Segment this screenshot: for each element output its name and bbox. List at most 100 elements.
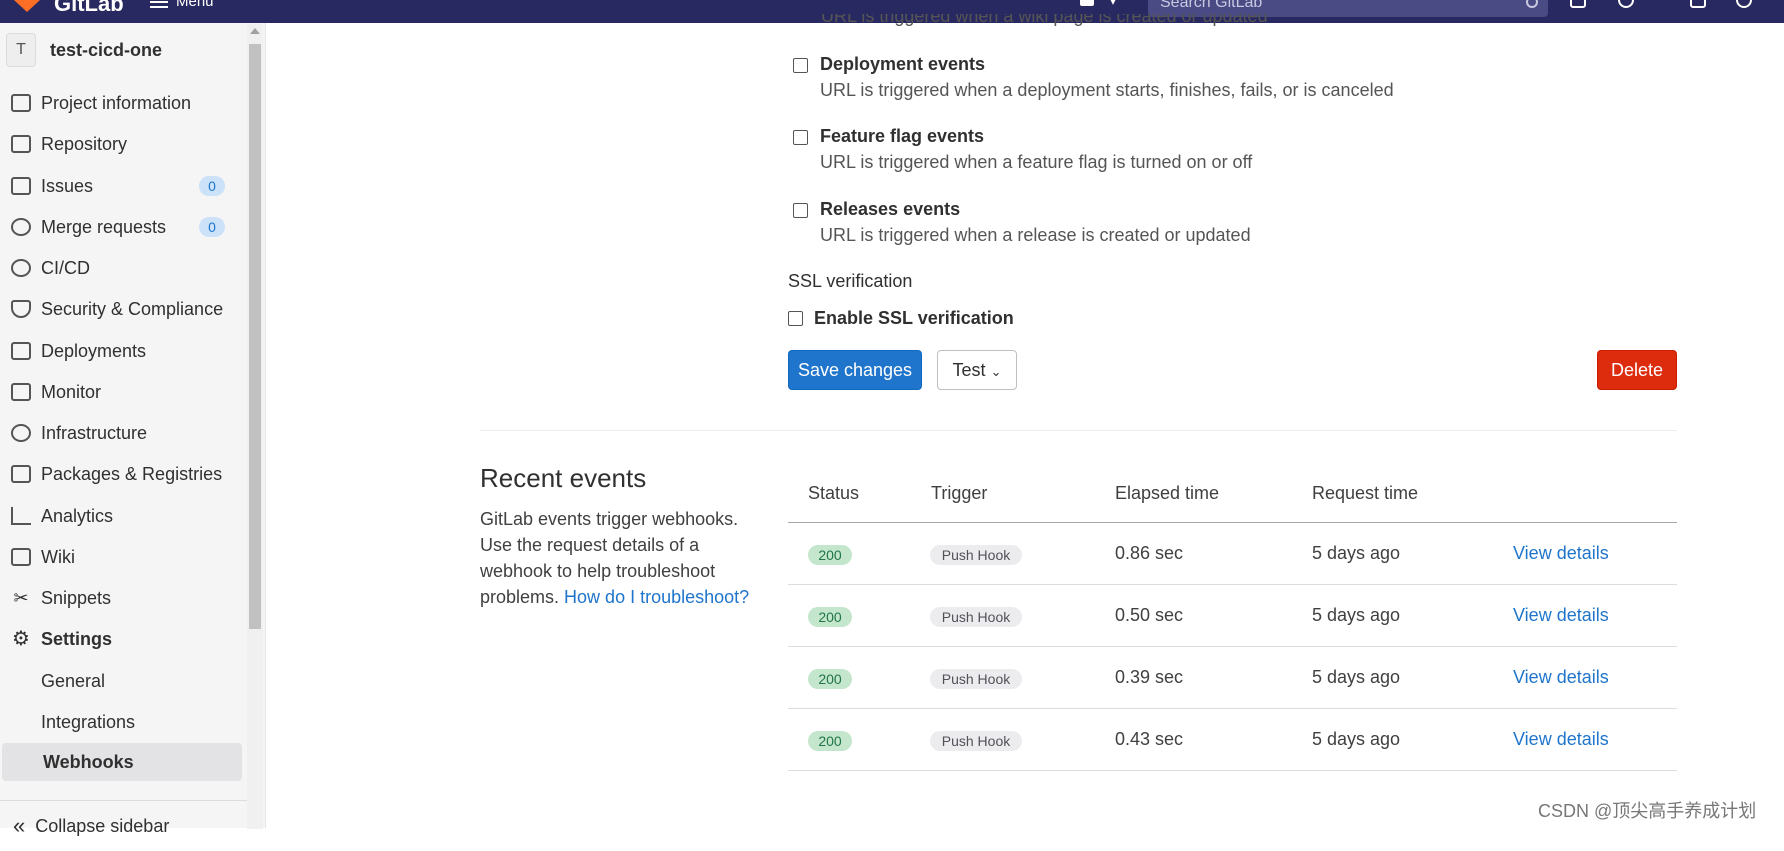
delete-button[interactable]: Delete: [1597, 350, 1677, 390]
elapsed-time: 0.86 sec: [1115, 543, 1184, 563]
trigger-deployment-events: Deployment events URL is triggered when …: [793, 54, 1394, 101]
releases-events-checkbox[interactable]: [793, 203, 808, 218]
rocket-icon: [11, 259, 31, 277]
book-icon: [11, 548, 31, 566]
repository-icon: [11, 135, 31, 153]
sidebar-item-settings[interactable]: ⚙ Settings: [0, 621, 240, 657]
sidebar-item-project-information[interactable]: Project information: [0, 85, 240, 121]
column-header-elapsed: Elapsed time: [1115, 483, 1220, 503]
scissors-icon: ✂: [13, 588, 29, 608]
feature-flag-events-checkbox[interactable]: [793, 130, 808, 145]
trigger-badge: Push Hook: [930, 607, 1022, 627]
shield-icon: [11, 300, 31, 318]
sidebar-project-header[interactable]: T test-cicd-one: [0, 33, 162, 67]
infrastructure-icon: [11, 424, 31, 442]
gitlab-logo-icon[interactable]: [10, 0, 44, 12]
request-time: 5 days ago: [1312, 605, 1401, 625]
collapse-sidebar-button[interactable]: « Collapse sidebar: [0, 800, 247, 851]
help-icon[interactable]: [1736, 0, 1752, 8]
sidebar-item-label: Wiki: [41, 546, 75, 567]
elapsed-time: 0.43 sec: [1115, 729, 1184, 749]
trigger-feature-flag-events: Feature flag events URL is triggered whe…: [793, 126, 1252, 173]
issues-count-badge: 0: [199, 176, 225, 196]
chevron-down-icon[interactable]: ▾: [1110, 0, 1116, 8]
scroll-up-arrow-icon[interactable]: [250, 28, 260, 34]
sidebar-item-wiki[interactable]: Wiki: [0, 539, 240, 575]
sidebar-scrollbar[interactable]: [247, 24, 263, 829]
test-dropdown-button[interactable]: Test ⌄: [937, 350, 1017, 390]
sidebar-item-merge-requests[interactable]: Merge requests 0: [0, 209, 240, 245]
sidebar-item-deployments[interactable]: Deployments: [0, 333, 240, 369]
sidebar-item-infrastructure[interactable]: Infrastructure: [0, 415, 240, 451]
view-details-link[interactable]: View details: [1513, 605, 1609, 626]
sidebar-subitem-label: Integrations: [41, 711, 136, 732]
todos-nav-icon[interactable]: [1690, 0, 1706, 8]
test-button-label: Test: [952, 360, 986, 380]
merge-requests-icon: [11, 218, 31, 236]
csdn-watermark: CSDN @顶尖高手养成计划: [1538, 801, 1757, 821]
project-name: test-cicd-one: [50, 39, 163, 60]
table-row: 200 Push Hook 0.43 sec 5 days ago View d…: [788, 709, 1677, 771]
sidebar-subitem-webhooks[interactable]: Webhooks: [2, 743, 242, 781]
sidebar-item-label: Snippets: [41, 587, 112, 608]
project-avatar: T: [6, 33, 36, 67]
sidebar-item-packages[interactable]: Packages & Registries: [0, 456, 240, 492]
menu-label: Menu: [176, 0, 214, 10]
sidebar-item-issues[interactable]: Issues 0: [0, 168, 240, 204]
trigger-desc: URL is triggered when a release is creat…: [820, 225, 1251, 245]
request-time: 5 days ago: [1312, 543, 1401, 563]
enable-ssl-label[interactable]: Enable SSL verification: [814, 308, 1014, 329]
trigger-badge: Push Hook: [930, 545, 1022, 565]
issues-nav-icon[interactable]: [1570, 0, 1586, 8]
sidebar-item-analytics[interactable]: Analytics: [0, 498, 240, 534]
sidebar-item-label: Security & Compliance: [41, 298, 224, 319]
sidebar-item-label: Monitor: [41, 381, 102, 402]
trigger-desc: URL is triggered when a feature flag is …: [820, 152, 1253, 172]
table-row: 200 Push Hook 0.39 sec 5 days ago View d…: [788, 647, 1677, 709]
status-badge: 200: [808, 545, 852, 565]
sidebar-item-label: Deployments: [41, 340, 147, 361]
recent-events-description: GitLab events trigger webhooks. Use the …: [480, 506, 755, 610]
status-badge: 200: [808, 669, 852, 689]
hamburger-icon: [150, 0, 168, 8]
status-badge: 200: [808, 607, 852, 627]
project-information-icon: [11, 94, 31, 112]
sidebar-item-monitor[interactable]: Monitor: [0, 374, 240, 410]
table-row: 200 Push Hook 0.50 sec 5 days ago View d…: [788, 585, 1677, 647]
merge-requests-count-badge: 0: [199, 217, 225, 237]
troubleshoot-link[interactable]: How do I troubleshoot?: [564, 587, 749, 607]
scrollbar-thumb[interactable]: [249, 44, 261, 629]
sidebar-item-security[interactable]: Security & Compliance: [0, 291, 240, 327]
save-changes-button[interactable]: Save changes: [788, 350, 922, 390]
sidebar-item-snippets[interactable]: ✂ Snippets: [0, 580, 240, 616]
sidebar: T test-cicd-one Project information Repo…: [0, 23, 266, 838]
merge-requests-nav-icon[interactable]: [1618, 0, 1634, 8]
deployment-events-checkbox[interactable]: [793, 58, 808, 73]
view-details-link[interactable]: View details: [1513, 667, 1609, 688]
view-details-link[interactable]: View details: [1513, 543, 1609, 564]
sidebar-item-label: Packages & Registries: [41, 463, 223, 484]
sidebar-subitem-integrations[interactable]: Integrations: [0, 703, 240, 741]
new-item-icon[interactable]: [1080, 0, 1094, 6]
sidebar-item-label: Repository: [41, 133, 128, 154]
sidebar-item-label: Issues: [41, 175, 94, 196]
collapse-sidebar-label: Collapse sidebar: [35, 815, 170, 836]
request-time: 5 days ago: [1312, 729, 1401, 749]
trigger-title: Feature flag events: [820, 126, 985, 146]
sidebar-item-repository[interactable]: Repository: [0, 126, 240, 162]
menu-button[interactable]: Menu: [150, 0, 214, 10]
sidebar-item-cicd[interactable]: CI/CD: [0, 250, 240, 286]
sidebar-subitem-label: Webhooks: [43, 751, 134, 772]
column-header-trigger: Trigger: [931, 483, 988, 503]
enable-ssl-checkbox[interactable]: [788, 311, 803, 326]
search-icon: [1526, 0, 1538, 8]
sidebar-item-label: Project information: [41, 92, 192, 113]
trigger-desc: URL is triggered when a deployment start…: [820, 80, 1394, 100]
column-header-status: Status: [808, 483, 860, 503]
recent-events-heading: Recent events: [480, 463, 647, 493]
view-details-link[interactable]: View details: [1513, 729, 1609, 750]
search-placeholder: Search GitLab: [1160, 0, 1263, 11]
brand-name[interactable]: GitLab: [54, 0, 124, 17]
sidebar-subitem-general[interactable]: General: [0, 662, 240, 700]
table-row: 200 Push Hook 0.86 sec 5 days ago View d…: [788, 523, 1677, 585]
